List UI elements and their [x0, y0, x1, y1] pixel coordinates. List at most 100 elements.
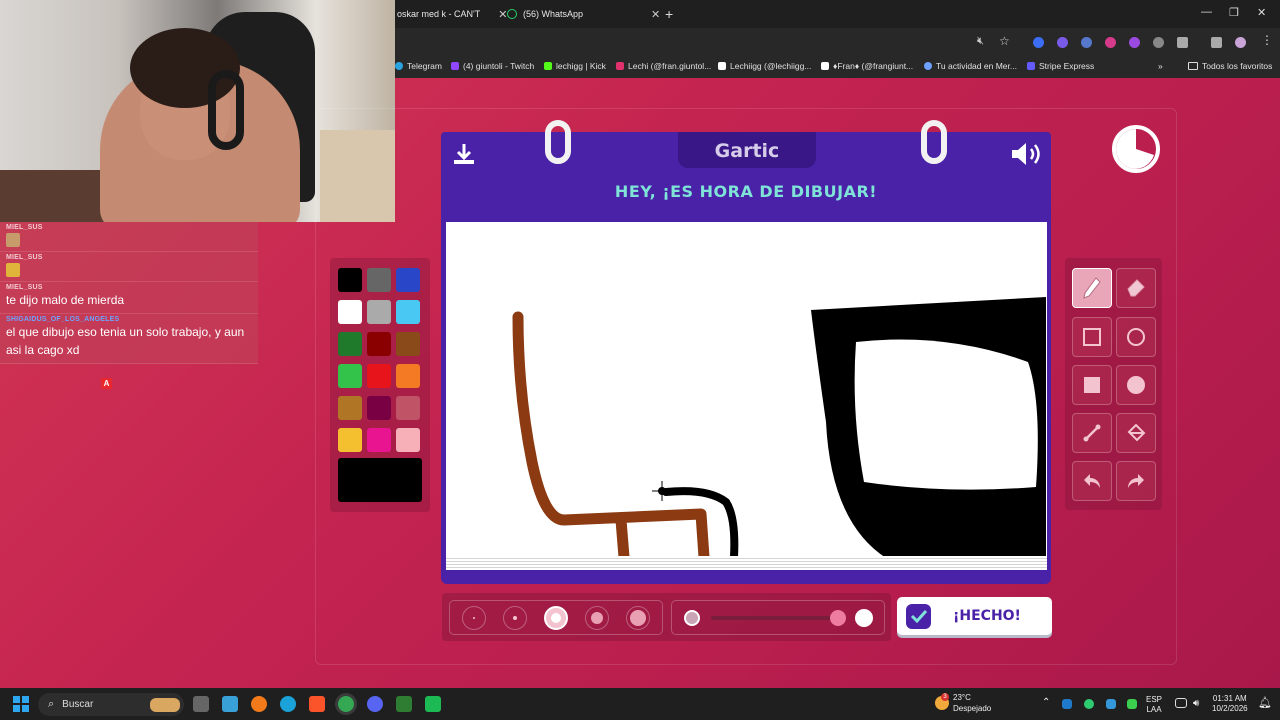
bookmark-twitch[interactable]: (4) giuntoli - Twitch	[451, 61, 534, 71]
redo-button[interactable]	[1116, 461, 1156, 501]
bookmark-stripe[interactable]: Stripe Express	[1027, 61, 1094, 71]
color-swatch[interactable]	[338, 396, 362, 420]
firefox-icon[interactable]	[251, 696, 267, 712]
color-swatch[interactable]	[367, 300, 391, 324]
tab-close-icon[interactable]: ✕	[651, 8, 660, 21]
color-swatch[interactable]	[396, 300, 420, 324]
app-icon[interactable]	[396, 696, 412, 712]
task-view-icon[interactable]	[193, 696, 209, 712]
app-icon[interactable]	[425, 696, 441, 712]
taskbar-search-input[interactable]: ⌕ Buscar	[38, 693, 184, 716]
chrome-icon[interactable]	[338, 696, 354, 712]
opacity-slider-track[interactable]	[711, 616, 845, 620]
square-filled-tool[interactable]	[1072, 365, 1112, 405]
notifications-icon[interactable]: 🔔︎	[1258, 696, 1272, 709]
color-swatch[interactable]	[338, 268, 362, 292]
bookmark-star-icon[interactable]: ☆	[999, 34, 1010, 48]
mute-tab-icon[interactable]: 🔇︎	[977, 35, 984, 48]
network-icon[interactable]	[1175, 698, 1187, 708]
color-swatch[interactable]	[367, 268, 391, 292]
circle-outline-tool[interactable]	[1116, 317, 1156, 357]
bookmark-x[interactable]: ♦Fran♦ (@frangiunt...	[821, 61, 913, 71]
edge-icon[interactable]	[280, 696, 296, 712]
color-swatch[interactable]	[338, 300, 362, 324]
brave-icon[interactable]	[309, 696, 325, 712]
tab-search-icon[interactable]	[1211, 37, 1222, 48]
extensions-puzzle-icon[interactable]	[1177, 37, 1188, 48]
circle-filled-tool[interactable]	[1116, 365, 1156, 405]
drawing-canvas[interactable]	[446, 222, 1047, 558]
microphone-icon[interactable]	[1127, 699, 1137, 709]
weather-widget[interactable]: 3 23°C Despejado	[935, 692, 991, 714]
bookmarks-overflow-icon[interactable]: »	[1158, 61, 1163, 71]
brush-size-5[interactable]	[626, 606, 650, 630]
download-icon[interactable]	[452, 142, 476, 171]
volume-tray-icon[interactable]: 🔊︎	[1193, 698, 1205, 709]
current-color-swatch[interactable]	[338, 458, 422, 502]
color-swatch[interactable]	[338, 332, 362, 356]
done-button[interactable]: ¡HECHO!	[897, 597, 1052, 635]
close-window-button[interactable]: ✕	[1257, 6, 1266, 19]
extension-icon[interactable]	[1153, 37, 1164, 48]
minimize-button[interactable]: —	[1201, 6, 1212, 18]
color-swatch[interactable]	[367, 428, 391, 452]
color-swatch[interactable]	[396, 396, 420, 420]
notebook-ring	[921, 120, 947, 164]
square-outline-tool[interactable]	[1072, 317, 1112, 357]
new-tab-button[interactable]: +	[665, 6, 673, 22]
weather-badge: 3	[941, 693, 949, 701]
tray-app-icon[interactable]	[1106, 699, 1116, 709]
color-swatch[interactable]	[338, 364, 362, 388]
color-swatch[interactable]	[367, 364, 391, 388]
input-language[interactable]: ESP LAA	[1146, 695, 1162, 715]
eraser-tool[interactable]	[1116, 268, 1156, 308]
address-bar[interactable]: 🔇︎ ☆ ⋮	[395, 28, 1280, 56]
extension-icon[interactable]	[1129, 37, 1140, 48]
volume-icon[interactable]	[1010, 141, 1042, 172]
color-swatch[interactable]	[396, 364, 420, 388]
weather-temp: 23°C	[953, 693, 971, 702]
line-tool[interactable]	[1072, 413, 1112, 453]
draw-prompt-title: HEY, ¡ES HORA DE DIBUJAR!	[614, 182, 878, 201]
undo-button[interactable]	[1072, 461, 1112, 501]
windows-start-icon[interactable]	[13, 696, 29, 712]
fill-bucket-tool[interactable]	[1116, 413, 1156, 453]
brush-size-3[interactable]	[544, 606, 568, 630]
app-icon[interactable]	[222, 696, 238, 712]
bookmark-tiktok[interactable]: Lechiigg (@lechiigg...	[718, 61, 811, 71]
notebook-ring	[545, 120, 571, 164]
color-swatch[interactable]	[367, 332, 391, 356]
color-swatch[interactable]	[367, 396, 391, 420]
extension-icon[interactable]	[1057, 37, 1068, 48]
clock-widget[interactable]: 01:31 AM 10/2/2026	[1212, 694, 1248, 714]
opacity-slider-thumb[interactable]	[830, 610, 846, 626]
brush-size-2[interactable]	[503, 606, 527, 630]
color-swatch[interactable]	[396, 428, 420, 452]
pencil-tool[interactable]	[1072, 268, 1112, 308]
extension-icon[interactable]	[1033, 37, 1044, 48]
color-swatch[interactable]	[396, 332, 420, 356]
discord-icon[interactable]	[367, 696, 383, 712]
bookmarks-folder-all[interactable]: Todos los favoritos	[1188, 61, 1272, 71]
tray-app-icon[interactable]	[1084, 699, 1094, 709]
tray-chevron-icon[interactable]: ⌃	[1042, 697, 1050, 708]
extension-icon[interactable]	[1105, 37, 1116, 48]
tray-app-icon[interactable]	[1062, 699, 1072, 709]
browser-menu-icon[interactable]: ⋮	[1261, 33, 1273, 47]
bookmark-mercadolibre[interactable]: Tu actividad en Mer...	[924, 61, 1017, 71]
brush-size-4[interactable]	[585, 606, 609, 630]
browser-tab-stream[interactable]: oskar med k - CAN'T ✕	[397, 0, 507, 28]
bookmark-instagram[interactable]: Lechi (@fran.giuntol...	[616, 61, 711, 71]
telegram-icon	[395, 62, 403, 70]
color-swatch[interactable]	[338, 428, 362, 452]
color-swatch[interactable]	[396, 268, 420, 292]
tray-date: 10/2/2026	[1212, 704, 1248, 713]
extension-icon[interactable]	[1081, 37, 1092, 48]
browser-tab-whatsapp[interactable]: (56) WhatsApp ✕	[507, 0, 660, 28]
bookmark-kick[interactable]: lechigg | Kick	[544, 61, 606, 71]
lang-line-2: LAA	[1146, 705, 1162, 714]
restore-button[interactable]: ❐	[1229, 6, 1239, 19]
brush-size-1[interactable]	[462, 606, 486, 630]
bookmark-telegram[interactable]: Telegram	[395, 61, 442, 71]
profile-avatar-icon[interactable]	[1235, 37, 1246, 48]
